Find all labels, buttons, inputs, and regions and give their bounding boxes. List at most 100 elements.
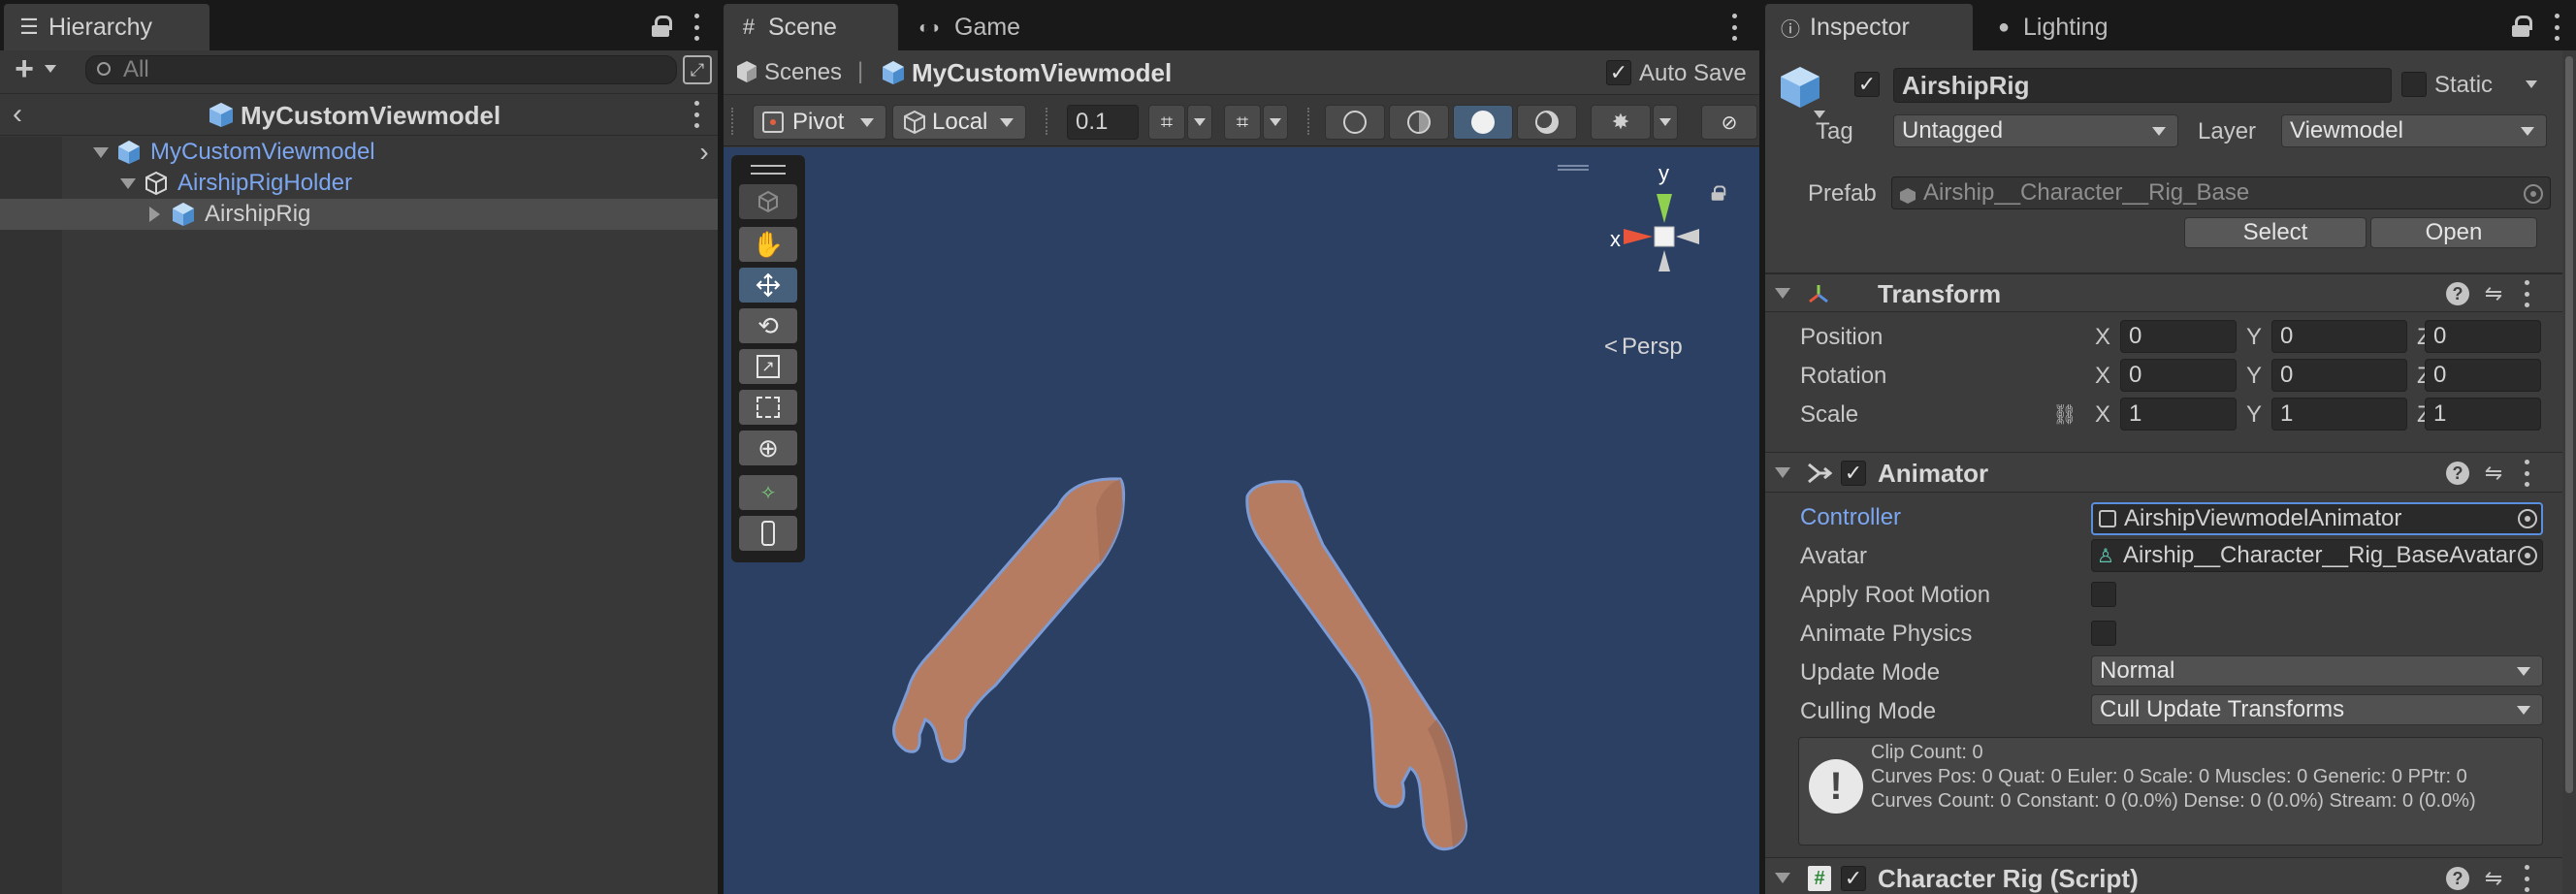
breadcrumb-current[interactable]: MyCustomViewmodel: [912, 58, 1172, 88]
preset-icon[interactable]: ⇋: [2481, 280, 2506, 307]
rotation-y-value: 0: [2280, 362, 2294, 388]
prefab-picker-icon[interactable]: [2524, 184, 2543, 204]
object-name-field[interactable]: AirshipRig: [1893, 68, 2392, 103]
hierarchy-menu-icon[interactable]: [692, 14, 701, 41]
wireframe-shading-button[interactable]: [1325, 105, 1385, 140]
animator-fold-icon[interactable]: [1775, 467, 1790, 478]
hierarchy-search-input[interactable]: All: [85, 55, 677, 84]
avatar-picker-icon[interactable]: [2518, 546, 2537, 565]
character-rig-menu-icon[interactable]: [2522, 865, 2531, 892]
shaded-wireframe-button[interactable]: [1389, 105, 1449, 140]
object-prefab-icon[interactable]: [1779, 64, 1825, 111]
prefab-select-button[interactable]: Select: [2184, 217, 2367, 248]
tab-inspector-label: Inspector: [1810, 13, 1910, 41]
local-label: Local: [932, 109, 988, 135]
scene-menu-icon[interactable]: [1729, 14, 1739, 41]
expand-arrow-icon[interactable]: [120, 178, 136, 189]
avatar-field[interactable]: Airship__Character__Rig_BaseAvatar: [2091, 539, 2543, 572]
rotation-x-field[interactable]: 0: [2120, 359, 2237, 392]
animate-physics-checkbox[interactable]: [2091, 621, 2116, 646]
scene-header-menu-icon[interactable]: [692, 101, 701, 128]
add-icon[interactable]: +: [10, 50, 39, 87]
tree-item-airshiprigholder[interactable]: AirshipRigHolder: [0, 168, 718, 199]
position-y-field[interactable]: 0: [2271, 320, 2407, 353]
tab-hierarchy[interactable]: ☰ Hierarchy: [4, 4, 209, 50]
transform-menu-icon[interactable]: [2522, 280, 2531, 307]
tree-item-airshiprig[interactable]: AirshipRig: [0, 199, 718, 230]
persp-label: Persp: [1622, 334, 1683, 360]
update-mode-dropdown[interactable]: Normal: [2091, 655, 2543, 686]
scale-y-field[interactable]: 1: [2271, 398, 2407, 431]
prefab-field[interactable]: Airship__Character__Rig_Base: [1891, 176, 2551, 209]
back-chevron-icon[interactable]: ‹: [6, 97, 29, 132]
preset-icon[interactable]: ⇋: [2481, 460, 2506, 487]
inspector-menu-icon[interactable]: [2552, 14, 2561, 41]
grid-snap-dropdown[interactable]: [1187, 105, 1212, 140]
help-icon[interactable]: ?: [2446, 282, 2469, 305]
prefab-open-button[interactable]: Open: [2370, 217, 2537, 248]
position-z-field[interactable]: 0: [2425, 320, 2541, 353]
auto-save-checkbox[interactable]: ✓: [1606, 60, 1631, 85]
help-icon[interactable]: ?: [2446, 462, 2469, 485]
scale-x-field[interactable]: 1: [2120, 398, 2237, 431]
inspector-lock-icon[interactable]: [2512, 16, 2532, 37]
orientation-gizmo[interactable]: y x: [1596, 161, 1752, 312]
debug-draw-button[interactable]: ✸: [1591, 105, 1651, 140]
rotation-y-field[interactable]: 0: [2271, 359, 2407, 392]
scene-search-icon[interactable]: ⤢: [683, 55, 712, 84]
transform-position-row: Position X 0 Y 0 Z 0: [1765, 318, 2562, 357]
lock-icon[interactable]: [652, 16, 672, 37]
right-arm[interactable]: [1245, 480, 1467, 851]
help-icon[interactable]: ?: [2446, 867, 2469, 890]
gizmo-grip-icon[interactable]: [1558, 165, 1589, 171]
animator-enabled-checkbox[interactable]: ✓: [1841, 461, 1866, 486]
collapse-arrow-icon[interactable]: [149, 207, 160, 222]
character-rig-fold-icon[interactable]: [1775, 873, 1790, 883]
tab-lighting[interactable]: ● Lighting: [1979, 4, 2143, 50]
rotation-z-field[interactable]: 0: [2425, 359, 2541, 392]
object-active-checkbox[interactable]: ✓: [1854, 72, 1880, 97]
shaded-button[interactable]: [1453, 105, 1513, 140]
transform-fold-icon[interactable]: [1775, 288, 1790, 299]
tab-game[interactable]: ◐◑ Game: [904, 4, 1040, 50]
animator-menu-icon[interactable]: [2522, 460, 2531, 487]
tag-dropdown[interactable]: Untagged: [1893, 114, 2178, 147]
left-arm[interactable]: [892, 477, 1126, 763]
grid-visibility-dropdown[interactable]: [1263, 105, 1288, 140]
icon-dropdown-chevron-icon[interactable]: [1814, 111, 1825, 118]
expand-arrow-icon[interactable]: [93, 147, 109, 158]
unlit-button[interactable]: [1517, 105, 1577, 140]
scene-visibility-button[interactable]: ⊘: [1701, 105, 1757, 140]
static-checkbox[interactable]: [2401, 72, 2427, 97]
scale-z-field[interactable]: 1: [2425, 398, 2541, 431]
controller-field[interactable]: AirshipViewmodelAnimator: [2091, 502, 2543, 535]
culling-mode-dropdown[interactable]: Cull Update Transforms: [2091, 694, 2543, 725]
position-x-field[interactable]: 0: [2120, 320, 2237, 353]
breadcrumb-root[interactable]: Scenes: [764, 59, 842, 86]
character-rig-enabled-checkbox[interactable]: ✓: [1841, 866, 1866, 891]
character-rig-header[interactable]: # ✓ Character Rig (Script) ? ⇋: [1765, 857, 2562, 894]
scene-viewport[interactable]: ✋ ⟲ ↗ ⊕ ✧ y x < Persp: [724, 147, 1759, 894]
tab-inspector[interactable]: ⓘ Inspector: [1765, 4, 1973, 50]
controller-picker-icon[interactable]: [2518, 509, 2537, 528]
tab-scene[interactable]: # Scene: [724, 4, 898, 50]
animator-header[interactable]: ✓ Animator ? ⇋: [1765, 452, 2562, 493]
gizmo-lock-icon[interactable]: [1711, 185, 1726, 201]
constrain-proportions-icon[interactable]: ⛓: [2050, 399, 2079, 429]
grid-visibility-button[interactable]: ⌗: [1224, 105, 1261, 140]
open-prefab-chevron-icon[interactable]: ›: [694, 137, 714, 168]
snap-increment-input[interactable]: 0.1: [1067, 105, 1139, 140]
persp-toggle[interactable]: < Persp: [1604, 334, 1683, 361]
debug-draw-dropdown[interactable]: [1653, 105, 1678, 140]
static-dropdown-chevron-icon[interactable]: [2526, 80, 2537, 88]
inspector-scrollbar-thumb[interactable]: [2565, 56, 2573, 793]
row-label: Position: [1800, 324, 1884, 350]
transform-header[interactable]: Transform ? ⇋: [1765, 273, 2562, 312]
add-dropdown-chevron-icon[interactable]: [45, 65, 56, 73]
apply-root-motion-checkbox[interactable]: [2091, 582, 2116, 607]
tree-item-mycustomviewmodel[interactable]: MyCustomViewmodel ›: [0, 137, 718, 168]
inspector-scrollbar[interactable]: [2562, 50, 2576, 894]
grid-snap-button[interactable]: ⌗: [1148, 105, 1185, 140]
preset-icon[interactable]: ⇋: [2481, 865, 2506, 892]
layer-dropdown[interactable]: Viewmodel: [2281, 114, 2547, 147]
